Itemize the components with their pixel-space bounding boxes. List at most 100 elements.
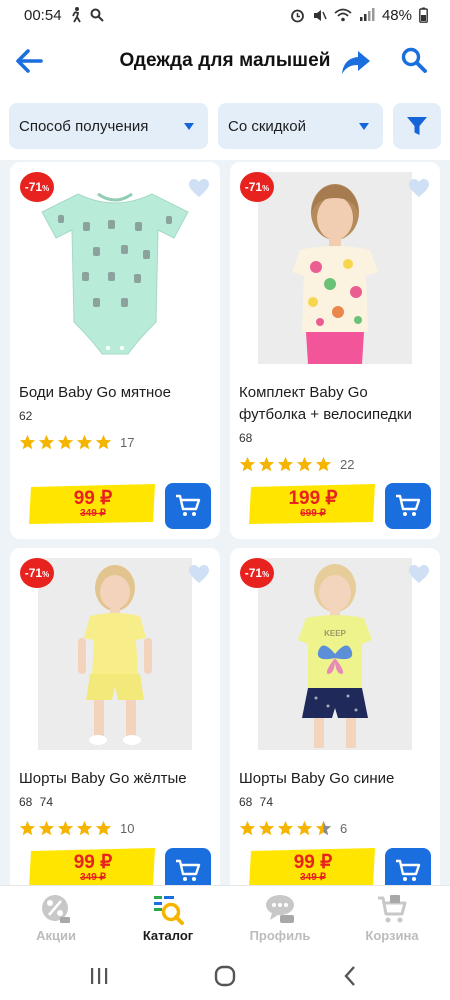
profile-icon bbox=[266, 895, 294, 923]
star-icon bbox=[76, 820, 93, 836]
product-sizes: 68 bbox=[239, 431, 253, 445]
product-name[interactable]: Шорты Baby Go жёлтые bbox=[19, 768, 214, 790]
star-icon bbox=[38, 434, 55, 450]
star-icon bbox=[277, 456, 294, 472]
product-card[interactable]: -71% Боди Baby Go мятное 62 17 99 ₽ 349 bbox=[10, 162, 220, 539]
price-tag: 99 ₽ 349 ₽ bbox=[29, 848, 157, 888]
discount-badge: -71% bbox=[240, 558, 274, 588]
star-icon bbox=[57, 434, 74, 450]
discount-badge: -71% bbox=[20, 172, 54, 202]
star-icon bbox=[95, 434, 112, 450]
add-to-cart-button[interactable] bbox=[165, 483, 211, 529]
favorite-heart-icon[interactable] bbox=[188, 564, 210, 584]
product-card[interactable]: -71% Шорты Baby Go жёлтые 68 74 10 99 ₽ … bbox=[10, 548, 220, 925]
mint-bodysuit-image bbox=[38, 172, 192, 364]
favorite-heart-icon[interactable] bbox=[408, 564, 430, 584]
discount-label: Со скидкой bbox=[228, 117, 306, 135]
old-price: 349 ₽ bbox=[80, 508, 106, 519]
tshirt-print-text: KEEP bbox=[324, 629, 346, 638]
funnel-icon bbox=[407, 117, 427, 135]
nav-item-promotions[interactable]: Акции bbox=[0, 886, 112, 952]
review-count: 10 bbox=[120, 821, 135, 836]
girl-floral-outfit-image bbox=[258, 172, 412, 364]
star-icon bbox=[95, 820, 112, 836]
nav-item-catalog[interactable]: Каталог bbox=[112, 886, 224, 952]
back-icon[interactable] bbox=[336, 961, 366, 991]
product-sizes: 68 74 bbox=[239, 795, 274, 809]
rating-stars: 17 bbox=[19, 434, 134, 451]
cart-icon bbox=[378, 895, 407, 923]
product-name[interactable]: Боди Baby Go мятное bbox=[19, 382, 214, 404]
battery-level: 48% bbox=[381, 6, 412, 24]
cart-icon bbox=[396, 859, 421, 881]
cart-icon bbox=[396, 494, 421, 516]
review-count: 17 bbox=[120, 435, 135, 450]
product-image[interactable]: KEEP bbox=[258, 558, 412, 750]
product-sizes: 68 74 bbox=[19, 795, 54, 809]
cart-icon bbox=[176, 494, 201, 516]
walking-icon bbox=[71, 7, 81, 23]
old-price: 349 ₽ bbox=[300, 872, 326, 883]
catalog-search-icon bbox=[154, 896, 184, 925]
rating-stars: 22 bbox=[239, 456, 354, 473]
percent-icon bbox=[42, 895, 70, 923]
discount-badge: -71% bbox=[20, 558, 54, 588]
current-price: 99 ₽ bbox=[73, 852, 113, 873]
recent-apps-icon[interactable] bbox=[84, 961, 114, 991]
home-icon[interactable] bbox=[210, 961, 240, 991]
product-card[interactable]: -71% KEEP Шорты Baby Go синие 68 74 6 99… bbox=[230, 548, 440, 925]
review-count: 6 bbox=[340, 821, 348, 836]
half-star-icon bbox=[315, 820, 332, 836]
chevron-down-icon bbox=[359, 123, 369, 130]
girl-yellow-set-image bbox=[38, 558, 192, 750]
nav-item-profile[interactable]: Профиль bbox=[224, 886, 336, 952]
page-title: Одежда для малышей bbox=[119, 50, 331, 71]
price-tag: 99 ₽ 349 ₽ bbox=[29, 484, 157, 524]
rating-stars: 6 bbox=[239, 820, 347, 837]
add-to-cart-button[interactable] bbox=[385, 483, 431, 529]
nav-label: Профиль bbox=[249, 928, 311, 943]
price-tag: 99 ₽ 349 ₽ bbox=[249, 848, 377, 888]
star-icon bbox=[258, 820, 275, 836]
product-sizes: 62 bbox=[19, 409, 33, 423]
chevron-down-icon bbox=[184, 123, 194, 130]
bottom-navigation: Акции Каталог Профиль Корзина bbox=[0, 885, 450, 951]
product-name[interactable]: Шорты Baby Go синие bbox=[239, 768, 434, 790]
price-tag: 199 ₽ 699 ₽ bbox=[249, 484, 377, 524]
delivery-method-label: Способ получения bbox=[19, 117, 149, 135]
filter-button[interactable] bbox=[393, 103, 441, 149]
favorite-heart-icon[interactable] bbox=[188, 178, 210, 198]
system-navigation-bar bbox=[0, 951, 450, 1000]
mute-icon bbox=[313, 9, 327, 21]
nav-label: Корзина bbox=[365, 928, 419, 943]
filter-bar: Способ получения Со скидкой bbox=[0, 92, 450, 160]
star-icon bbox=[76, 434, 93, 450]
discount-dropdown[interactable]: Со скидкой bbox=[218, 103, 383, 149]
current-price: 99 ₽ bbox=[293, 852, 333, 873]
product-image[interactable] bbox=[38, 172, 192, 364]
favorite-heart-icon[interactable] bbox=[408, 178, 430, 198]
star-icon bbox=[38, 820, 55, 836]
star-icon bbox=[239, 456, 256, 472]
nav-item-cart[interactable]: Корзина bbox=[336, 886, 448, 952]
star-icon bbox=[258, 456, 275, 472]
old-price: 349 ₽ bbox=[80, 872, 106, 883]
girl-butterfly-outfit-image: KEEP bbox=[258, 558, 412, 750]
share-icon[interactable] bbox=[341, 47, 371, 77]
discount-badge: -71% bbox=[240, 172, 274, 202]
product-image[interactable] bbox=[38, 558, 192, 750]
signal-icon bbox=[359, 8, 375, 21]
old-price: 699 ₽ bbox=[300, 508, 326, 519]
star-icon bbox=[277, 820, 294, 836]
product-card[interactable]: -71% Комплект Baby Go футболка + велосип… bbox=[230, 162, 440, 539]
delivery-method-dropdown[interactable]: Способ получения bbox=[9, 103, 208, 149]
current-price: 99 ₽ bbox=[73, 488, 113, 509]
cart-icon bbox=[176, 859, 201, 881]
rating-stars: 10 bbox=[19, 820, 134, 837]
search-icon[interactable] bbox=[400, 46, 428, 74]
star-icon bbox=[19, 434, 36, 450]
status-bar: 00:54 48% bbox=[0, 0, 450, 30]
wifi-icon bbox=[334, 8, 352, 22]
product-image[interactable] bbox=[258, 172, 412, 364]
product-name[interactable]: Комплект Baby Go футболка + велосипедки bbox=[239, 382, 434, 426]
